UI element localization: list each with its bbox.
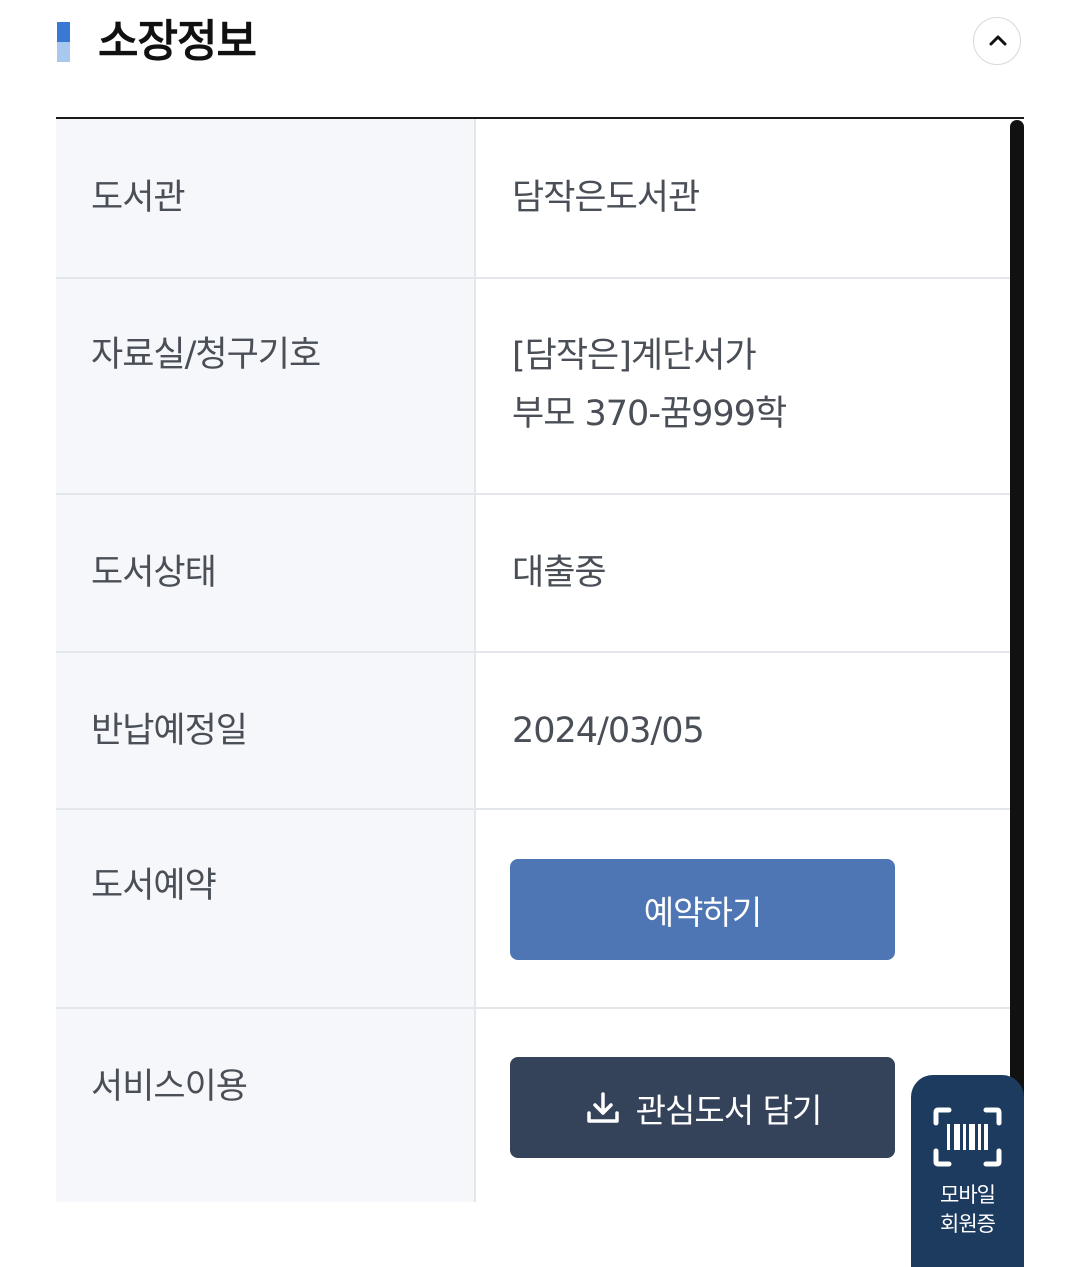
row-label: 도서관 xyxy=(91,178,186,218)
row-label: 도서예약 xyxy=(91,866,217,906)
section-header: 소장정보 xyxy=(0,0,1080,118)
scrollbar[interactable] xyxy=(1010,120,1024,1200)
row-label: 도서상태 xyxy=(91,553,217,593)
collapse-button[interactable] xyxy=(973,17,1021,65)
library-value: 담작은도서관 xyxy=(512,178,700,218)
add-to-wishlist-label: 관심도서 담기 xyxy=(635,1090,823,1130)
add-to-wishlist-button[interactable]: 관심도서 담기 xyxy=(510,1057,895,1158)
holdings-table: 도서관 담작은도서관 자료실/청구기호 [담작은]계단서가 부모 370-꿈99… xyxy=(56,119,1010,1202)
table-row-due-date: 반납예정일 2024/03/05 xyxy=(56,653,1010,810)
table-row-service: 서비스이용 관심도서 담기 xyxy=(56,1009,1010,1202)
section-title: 소장정보 xyxy=(98,16,257,67)
due-date-value: 2024/03/05 xyxy=(512,711,705,751)
mobile-card-label: 모바일 회원증 xyxy=(911,1181,1024,1239)
row-label: 반납예정일 xyxy=(91,711,248,751)
reserve-button[interactable]: 예약하기 xyxy=(510,859,895,960)
mobile-member-card-button[interactable]: 모바일 회원증 xyxy=(911,1075,1024,1267)
table-row-library: 도서관 담작은도서관 xyxy=(56,119,1010,279)
chevron-up-icon xyxy=(989,35,1007,46)
download-icon xyxy=(584,1089,622,1127)
mobile-card-label-line2: 회원증 xyxy=(940,1212,996,1236)
table-row-reservation: 도서예약 예약하기 xyxy=(56,810,1010,1009)
call-number-value: 부모 370-꿈999학 xyxy=(512,394,787,434)
barcode-scan-icon xyxy=(933,1107,1002,1167)
title-accent-bar xyxy=(57,22,70,62)
table-row-status: 도서상태 대출중 xyxy=(56,495,1010,653)
location-value-line1: [담작은]계단서가 xyxy=(512,336,757,376)
mobile-card-label-line1: 모바일 xyxy=(940,1183,996,1207)
row-label: 서비스이용 xyxy=(91,1067,248,1107)
row-label: 자료실/청구기호 xyxy=(91,335,321,375)
status-value: 대출중 xyxy=(512,553,607,593)
table-row-location: 자료실/청구기호 [담작은]계단서가 부모 370-꿈999학 xyxy=(56,279,1010,495)
